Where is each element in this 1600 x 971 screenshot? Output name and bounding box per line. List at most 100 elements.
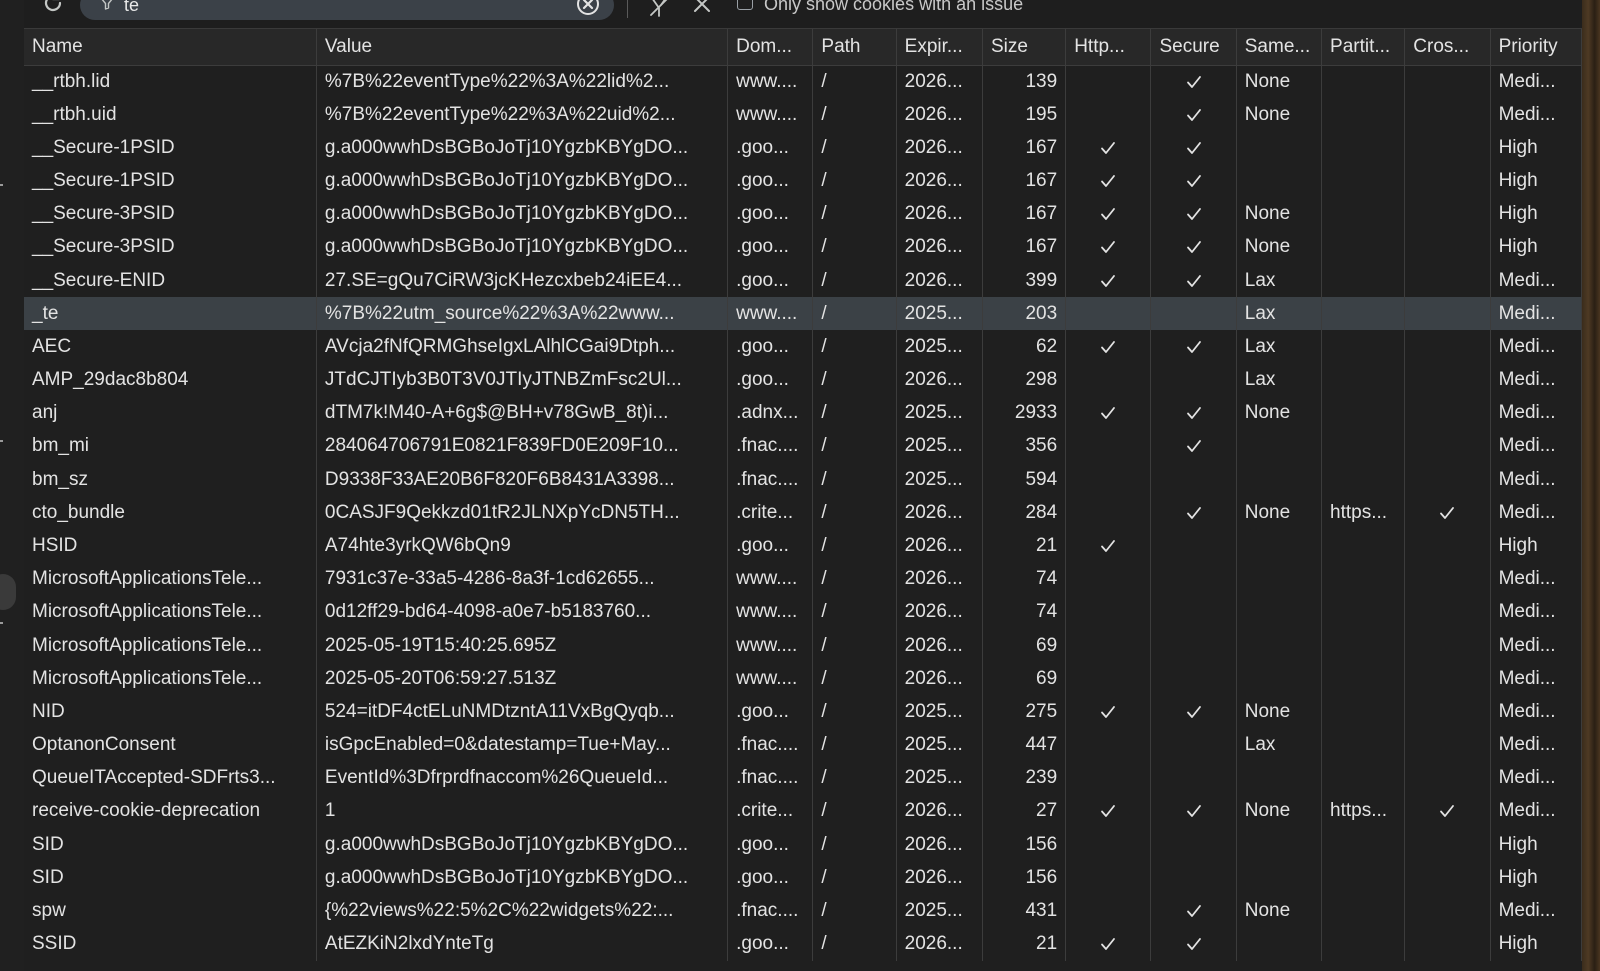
cell-domain[interactable]: .goo...	[727, 131, 814, 165]
cell-name[interactable]: __Secure-3PSID	[24, 230, 317, 265]
table-row[interactable]: SID g.a000wwhDsBGBoJoTj10YgzbKBYgDO... .go…	[24, 827, 1582, 862]
cell-domain[interactable]: .crite...	[727, 496, 814, 530]
cell-expires[interactable]: 2026...	[896, 628, 983, 663]
cell-http[interactable]	[1065, 628, 1152, 663]
cell-value[interactable]: AVcja2fNfQRMGhseIgxLAlhlCGai9Dtph...	[316, 330, 729, 364]
table-row[interactable]: __Secure-3PSID g.a000wwhDsBGBoJoTj10YgzbK…	[24, 230, 1582, 265]
cell-domain[interactable]: .goo...	[727, 363, 814, 397]
table-row[interactable]: OptanonConsent isGpcEnabled=0&datestamp=T…	[24, 728, 1582, 762]
cell-domain[interactable]: www....	[727, 562, 814, 596]
cell-value[interactable]: %7B%22eventType%22%3A%22lid%2...	[316, 65, 729, 99]
cell-expires[interactable]: 2025...	[896, 728, 983, 762]
cell-value[interactable]: {%22views%22:5%2C%22widgets%22:...	[316, 894, 729, 928]
cell-size[interactable]: 62	[982, 330, 1067, 364]
cell-name[interactable]: _te	[24, 297, 317, 331]
cell-secure[interactable]	[1150, 363, 1237, 397]
cell-value[interactable]: A74hte3yrkQW6bQn9	[316, 529, 729, 563]
cell-size[interactable]: 21	[982, 529, 1067, 563]
cell-http[interactable]	[1065, 297, 1152, 331]
cell-samesite[interactable]	[1236, 164, 1323, 198]
cell-path[interactable]: /	[812, 595, 897, 629]
cell-name[interactable]: spw	[24, 894, 317, 928]
cell-cross[interactable]	[1404, 595, 1491, 629]
cell-secure[interactable]	[1150, 396, 1237, 430]
cell-value[interactable]: %7B%22utm_source%22%3A%22www...	[316, 297, 729, 331]
cell-priority[interactable]: Medi...	[1490, 628, 1582, 663]
cell-expires[interactable]: 2026...	[896, 496, 983, 530]
cell-secure[interactable]	[1150, 98, 1237, 132]
cell-path[interactable]: /	[812, 728, 897, 762]
cell-partition[interactable]	[1321, 728, 1406, 762]
table-row[interactable]: SID g.a000wwhDsBGBoJoTj10YgzbKBYgDO... .go…	[24, 861, 1582, 895]
cell-secure[interactable]	[1150, 761, 1237, 795]
cell-priority[interactable]: High	[1490, 197, 1582, 231]
cell-partition[interactable]	[1321, 164, 1406, 198]
cell-name[interactable]: __rtbh.lid	[24, 65, 317, 99]
cell-expires[interactable]: 2026...	[896, 65, 983, 99]
cell-secure[interactable]	[1150, 927, 1237, 961]
cell-name[interactable]: MicrosoftApplicationsTele...	[24, 628, 317, 663]
cell-expires[interactable]: 2025...	[896, 396, 983, 430]
cell-cross[interactable]	[1404, 164, 1491, 198]
cell-partition[interactable]	[1321, 927, 1406, 961]
cell-samesite[interactable]	[1236, 662, 1323, 696]
cell-samesite[interactable]: Lax	[1236, 297, 1323, 331]
cell-expires[interactable]: 2025...	[896, 695, 983, 729]
cell-path[interactable]: /	[812, 894, 897, 928]
cell-partition[interactable]	[1321, 761, 1406, 795]
table-row[interactable]: AEC AVcja2fNfQRMGhseIgxLAlhlCGai9Dtph....…	[24, 330, 1582, 364]
cell-samesite[interactable]	[1236, 827, 1323, 862]
cell-cross[interactable]	[1404, 463, 1491, 497]
cell-samesite[interactable]: None	[1236, 98, 1323, 132]
cell-partition[interactable]	[1321, 827, 1406, 862]
clear-input-icon[interactable]	[576, 0, 600, 16]
cell-secure[interactable]	[1150, 728, 1237, 762]
cell-path[interactable]: /	[812, 695, 897, 729]
cell-secure[interactable]	[1150, 164, 1237, 198]
cell-expires[interactable]: 2025...	[896, 330, 983, 364]
cell-cross[interactable]	[1404, 628, 1491, 663]
cell-domain[interactable]: www....	[727, 595, 814, 629]
cell-priority[interactable]: Medi...	[1490, 264, 1582, 298]
cell-samesite[interactable]: Lax	[1236, 363, 1323, 397]
cell-priority[interactable]: Medi...	[1490, 794, 1582, 828]
cell-domain[interactable]: .adnx...	[727, 396, 814, 430]
cell-name[interactable]: MicrosoftApplicationsTele...	[24, 562, 317, 596]
cell-secure[interactable]	[1150, 595, 1237, 629]
cell-secure[interactable]	[1150, 662, 1237, 696]
column-header-size[interactable]: Size	[982, 29, 1067, 66]
table-row[interactable]: receive-cookie-deprecation 1 .crite.../202…	[24, 794, 1582, 828]
cell-cross[interactable]	[1404, 496, 1491, 530]
cell-path[interactable]: /	[812, 628, 897, 663]
cell-priority[interactable]: Medi...	[1490, 894, 1582, 928]
table-row[interactable]: SSID AtEZKiN2lxdYnteTg .goo.../2026... 21 Hi…	[24, 927, 1582, 961]
cell-samesite[interactable]	[1236, 131, 1323, 165]
cell-expires[interactable]: 2026...	[896, 98, 983, 132]
cell-http[interactable]	[1065, 529, 1152, 563]
cell-samesite[interactable]	[1236, 927, 1323, 961]
column-header-value[interactable]: Value	[316, 29, 729, 66]
cell-name[interactable]: SSID	[24, 927, 317, 961]
cell-cross[interactable]	[1404, 761, 1491, 795]
cell-size[interactable]: 203	[982, 297, 1067, 331]
cell-domain[interactable]: www....	[727, 628, 814, 663]
cell-http[interactable]	[1065, 131, 1152, 165]
cell-domain[interactable]: .goo...	[727, 695, 814, 729]
table-row[interactable]: spw {%22views%22:5%2C%22widgets%22:... .fn…	[24, 894, 1582, 928]
cell-size[interactable]: 399	[982, 264, 1067, 298]
cell-partition[interactable]	[1321, 628, 1406, 663]
cell-cross[interactable]	[1404, 65, 1491, 99]
cell-name[interactable]: SID	[24, 861, 317, 895]
cell-cross[interactable]	[1404, 230, 1491, 265]
cell-expires[interactable]: 2026...	[896, 562, 983, 596]
cell-domain[interactable]: .fnac....	[727, 429, 814, 464]
cell-expires[interactable]: 2025...	[896, 894, 983, 928]
cell-size[interactable]: 431	[982, 894, 1067, 928]
cell-value[interactable]: AtEZKiN2lxdYnteTg	[316, 927, 729, 961]
cell-value[interactable]: isGpcEnabled=0&datestamp=Tue+May...	[316, 728, 729, 762]
column-header-cross[interactable]: Cros...	[1404, 29, 1491, 66]
cell-size[interactable]: 2933	[982, 396, 1067, 430]
cell-http[interactable]	[1065, 728, 1152, 762]
cell-name[interactable]: MicrosoftApplicationsTele...	[24, 662, 317, 696]
cell-samesite[interactable]	[1236, 463, 1323, 497]
